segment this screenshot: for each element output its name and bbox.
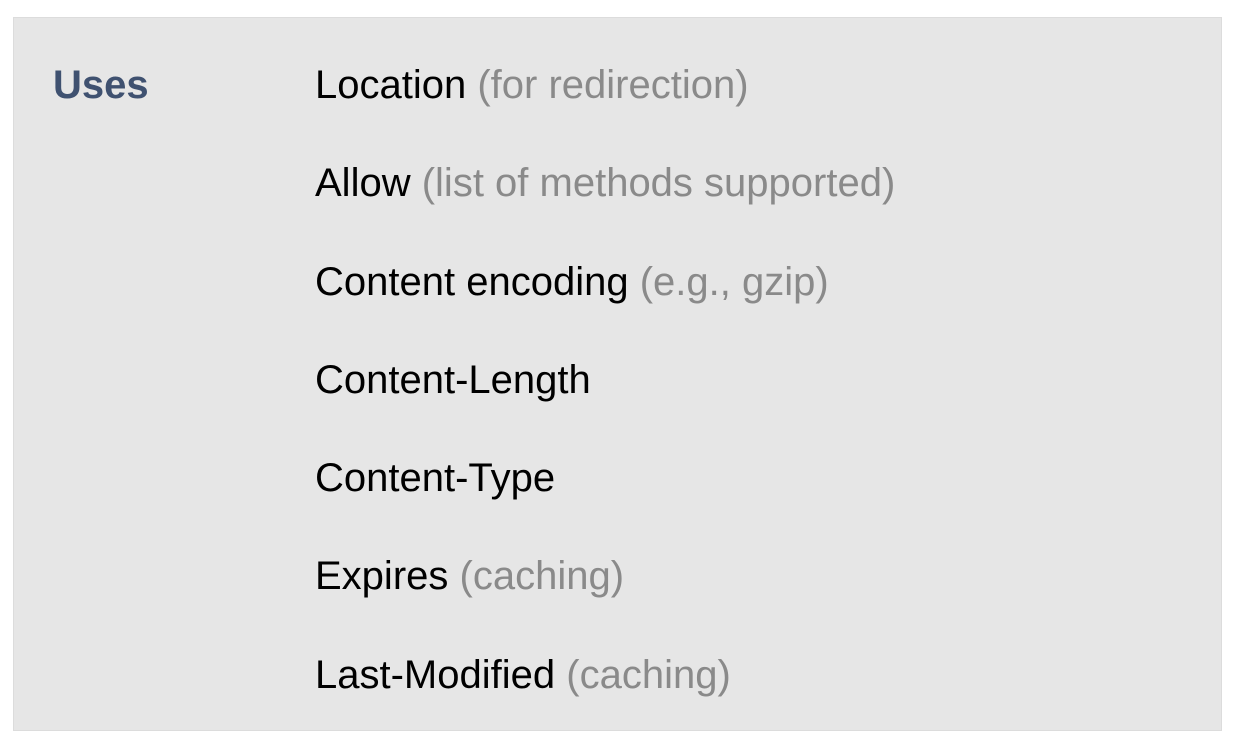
list-item-allow: Allow (list of methods supported) xyxy=(315,160,895,258)
item-name: Location xyxy=(315,63,467,107)
item-name: Content encoding xyxy=(315,259,629,304)
item-name: Content-Length xyxy=(315,357,591,402)
list-item-last-modified: Last-Modified (caching) xyxy=(315,652,895,750)
item-name: Last-Modified xyxy=(315,652,556,697)
list-item-expires: Expires (caching) xyxy=(315,553,895,651)
list-item-content-length: Content-Length xyxy=(315,357,895,455)
list-item-content-type: Content-Type xyxy=(315,455,895,553)
list-item-content-encoding: Content encoding (e.g., gzip) xyxy=(315,259,895,357)
item-note: (list of methods supported) xyxy=(421,161,896,206)
item-name: Allow xyxy=(315,161,411,206)
item-name: Expires xyxy=(315,554,449,599)
uses-heading: Uses xyxy=(53,63,149,107)
item-name: Content-Type xyxy=(315,456,556,501)
list-item-location: Location (for redirection) xyxy=(315,62,895,160)
uses-panel: Uses Location (for redirection) Allow (l… xyxy=(13,17,1222,731)
item-note: (caching) xyxy=(459,554,625,599)
item-note: (e.g., gzip) xyxy=(639,259,829,304)
header-uses-list: Location (for redirection) Allow (list o… xyxy=(315,62,895,750)
item-note: (caching) xyxy=(566,652,731,697)
item-note: (for redirection) xyxy=(477,63,749,107)
